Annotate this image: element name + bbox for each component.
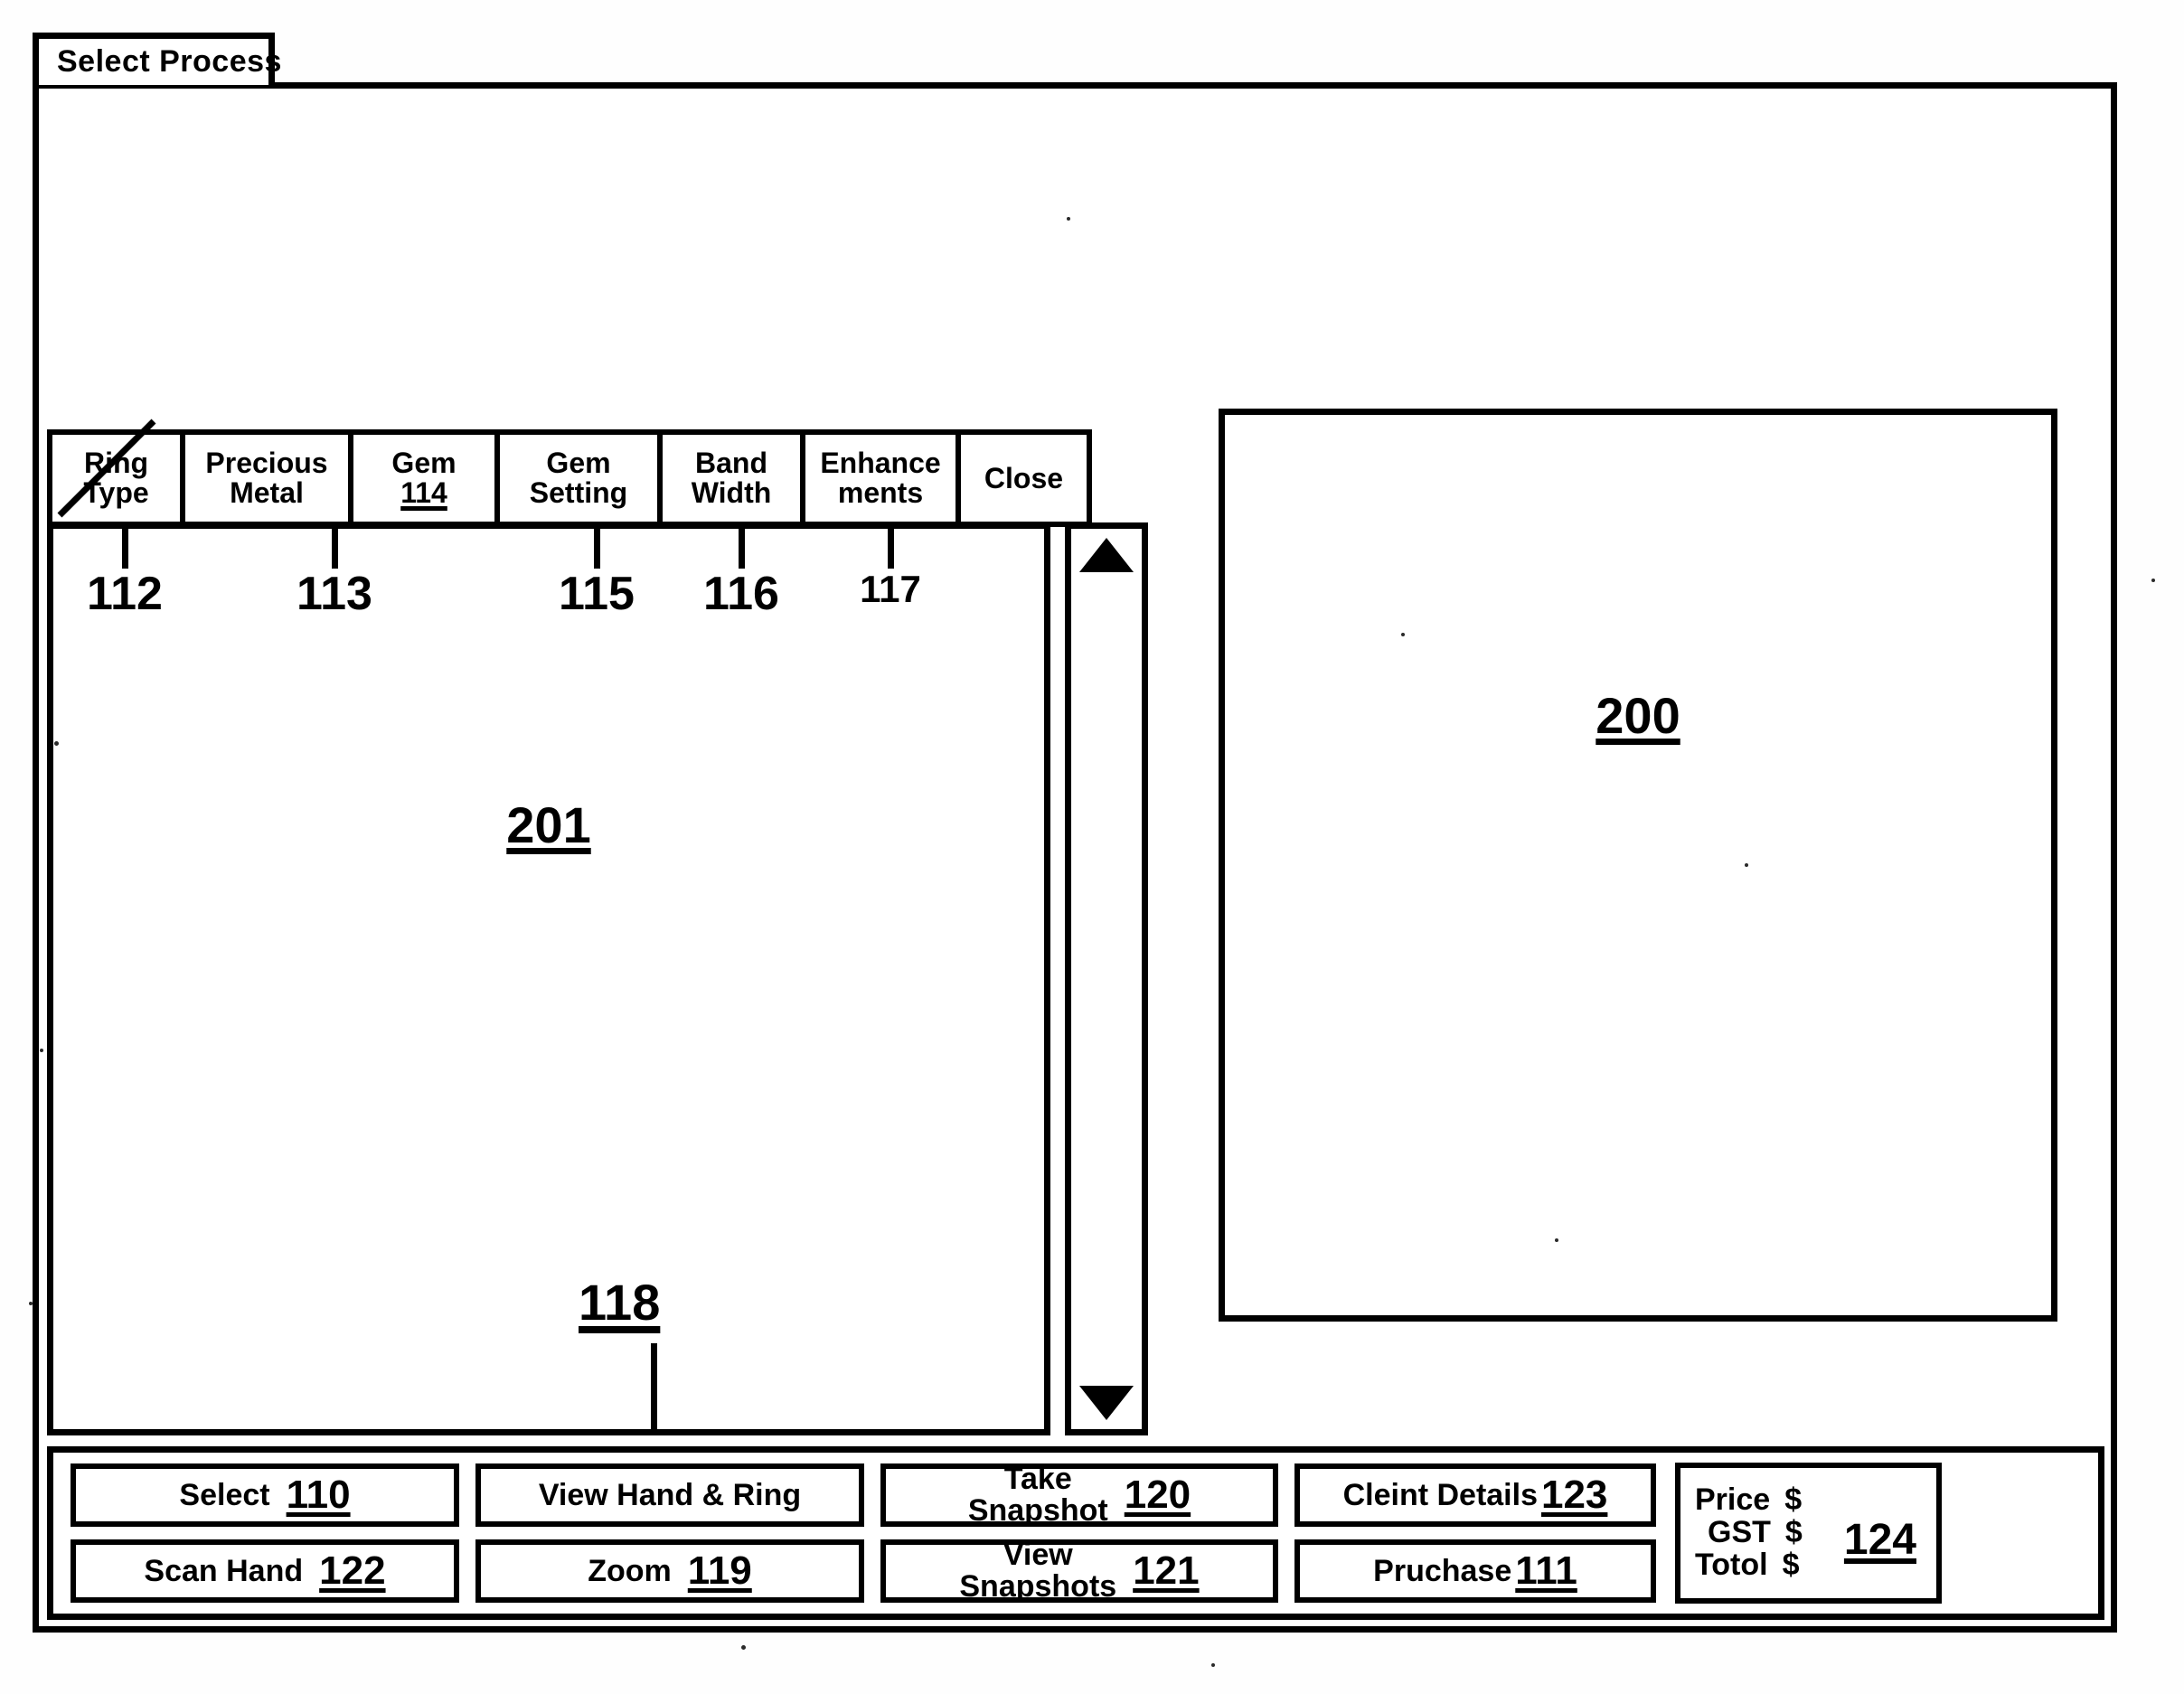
take-snapshot-line2: Snapshot xyxy=(967,1493,1108,1528)
tab-ring-type-line1: Ring xyxy=(83,447,149,480)
tab-band-width[interactable]: Band Width xyxy=(660,429,803,527)
price-currency-symbol: $ xyxy=(1784,1482,1803,1518)
patent-figure-page: Select Process Ring Type Precious Metal … xyxy=(0,0,2184,1694)
preview-pane-reference-number: 200 xyxy=(1596,687,1680,744)
gst-currency-symbol: $ xyxy=(1784,1515,1803,1550)
take-snapshot-button[interactable]: Take Snapshot 120 xyxy=(880,1463,1278,1527)
tab-precious-metal-line1: Precious xyxy=(205,447,328,480)
callout-115-number: 115 xyxy=(559,568,635,620)
view-snapshots-line2: Snapshots xyxy=(959,1569,1117,1604)
take-snapshot-button-label: Take Snapshot xyxy=(968,1463,1108,1526)
scroll-down-icon[interactable] xyxy=(1079,1386,1134,1420)
take-snapshot-button-reference: 120 xyxy=(1124,1473,1191,1517)
callout-115: 115 xyxy=(542,527,651,617)
tab-enhancements-line2: ments xyxy=(837,476,924,509)
tab-ring-type[interactable]: Ring Type xyxy=(47,429,183,527)
purchase-button-reference: 111 xyxy=(1515,1548,1577,1593)
total-currency-symbol: $ xyxy=(1782,1547,1800,1582)
gst-label: GST xyxy=(1708,1515,1771,1550)
purchase-button[interactable]: Pruchase 111 xyxy=(1294,1539,1656,1603)
tab-enhancements-line1: Enhance xyxy=(820,447,941,480)
select-button[interactable]: Select 110 xyxy=(71,1463,459,1527)
scan-hand-button-reference: 122 xyxy=(319,1548,386,1593)
scan-speckle xyxy=(1211,1663,1215,1667)
toolbar-column-snapshots: Take Snapshot 120 View Snapshots 121 xyxy=(872,1453,1286,1614)
view-snapshots-button-label: View Snapshots xyxy=(959,1539,1116,1602)
list-panel-reference-label: 201 xyxy=(53,795,1044,854)
ring-preview-pane[interactable]: 200 xyxy=(1219,409,2057,1322)
total-label: Totol xyxy=(1695,1547,1768,1582)
tab-gem[interactable]: Gem 114 xyxy=(351,429,497,527)
callout-118-number: 118 xyxy=(579,1274,661,1331)
tab-gem-reference-number: 114 xyxy=(400,476,447,509)
callout-116: 116 xyxy=(687,527,795,617)
callout-112: 112 xyxy=(71,527,179,617)
option-list-panel[interactable]: 201 xyxy=(47,522,1050,1435)
tab-close[interactable]: Close xyxy=(958,429,1092,527)
callout-117-tick xyxy=(887,527,894,569)
view-hand-and-ring-button-label: View Hand & Ring xyxy=(538,1478,802,1512)
bottom-toolbar: Select 110 Scan Hand 122 View Hand & Rin… xyxy=(47,1446,2104,1620)
scan-speckle xyxy=(741,1645,746,1650)
select-button-reference: 110 xyxy=(286,1473,351,1517)
client-details-button-reference: 123 xyxy=(1540,1473,1608,1517)
list-panel-scrollbar[interactable] xyxy=(1065,522,1148,1435)
scan-speckle xyxy=(2151,579,2155,582)
view-snapshots-line1: View xyxy=(1003,1538,1073,1573)
callout-116-number: 116 xyxy=(703,568,779,620)
callout-113-number: 113 xyxy=(297,568,372,620)
callout-112-number: 112 xyxy=(87,568,163,620)
tab-gem-line1: Gem xyxy=(391,447,457,480)
select-button-label: Select xyxy=(179,1478,270,1512)
scan-hand-button[interactable]: Scan Hand 122 xyxy=(71,1539,459,1603)
scroll-up-icon[interactable] xyxy=(1079,538,1134,572)
tab-precious-metal[interactable]: Precious Metal xyxy=(183,429,351,527)
callout-116-tick xyxy=(738,527,745,569)
price-summary-panel: Price $ GST $ Totol $ 124 xyxy=(1675,1463,1942,1604)
tab-band-width-line1: Band xyxy=(695,447,767,480)
callout-118-leader-line xyxy=(651,1343,657,1434)
zoom-button[interactable]: Zoom 119 xyxy=(475,1539,864,1603)
tab-gem-setting[interactable]: Gem Setting xyxy=(497,429,660,527)
tab-close-label: Close xyxy=(984,461,1064,494)
take-snapshot-line1: Take xyxy=(1003,1462,1072,1497)
toolbar-column-select: Select 110 Scan Hand 122 xyxy=(62,1453,467,1614)
callout-117-number: 117 xyxy=(860,568,921,610)
view-hand-and-ring-button[interactable]: View Hand & Ring xyxy=(475,1463,864,1527)
tab-precious-metal-line2: Metal xyxy=(230,476,304,509)
window-title-tab: Select Process xyxy=(33,33,281,85)
zoom-button-label: Zoom xyxy=(588,1554,672,1588)
tab-gem-setting-line2: Setting xyxy=(529,476,628,509)
callout-115-tick xyxy=(593,527,600,569)
category-tab-bar: Ring Type Precious Metal Gem 114 Gem Set… xyxy=(47,429,1092,527)
preview-pane-reference-label: 200 xyxy=(1225,686,2051,745)
price-label: Price xyxy=(1695,1482,1771,1518)
callout-113-tick xyxy=(331,527,338,569)
list-panel-reference-number: 201 xyxy=(506,796,591,853)
view-snapshots-button-reference: 121 xyxy=(1133,1548,1200,1593)
callout-113: 113 xyxy=(280,527,389,617)
purchase-button-label: Pruchase xyxy=(1373,1554,1512,1588)
tab-gem-setting-line1: Gem xyxy=(546,447,611,480)
page-title: Select Process xyxy=(57,44,282,79)
zoom-button-reference: 119 xyxy=(687,1548,752,1593)
price-row: Price $ xyxy=(1695,1484,1936,1517)
view-snapshots-button[interactable]: View Snapshots 121 xyxy=(880,1539,1278,1603)
client-details-button-label: Cleint Details xyxy=(1342,1478,1538,1512)
callout-118: 118 xyxy=(579,1273,660,1332)
tab-ring-type-line2: Type xyxy=(83,476,149,509)
callout-112-tick xyxy=(121,527,128,569)
tab-enhancements[interactable]: Enhance ments xyxy=(803,429,958,527)
callout-117: 117 xyxy=(841,527,940,608)
scan-hand-button-label: Scan Hand xyxy=(144,1554,304,1588)
toolbar-column-client: Cleint Details 123 Pruchase 111 xyxy=(1286,1453,1664,1614)
tab-band-width-line2: Width xyxy=(691,476,772,509)
price-panel-reference-number: 124 xyxy=(1843,1516,1916,1564)
toolbar-column-view: View Hand & Ring Zoom 119 xyxy=(467,1453,872,1614)
client-details-button[interactable]: Cleint Details 123 xyxy=(1294,1463,1656,1527)
